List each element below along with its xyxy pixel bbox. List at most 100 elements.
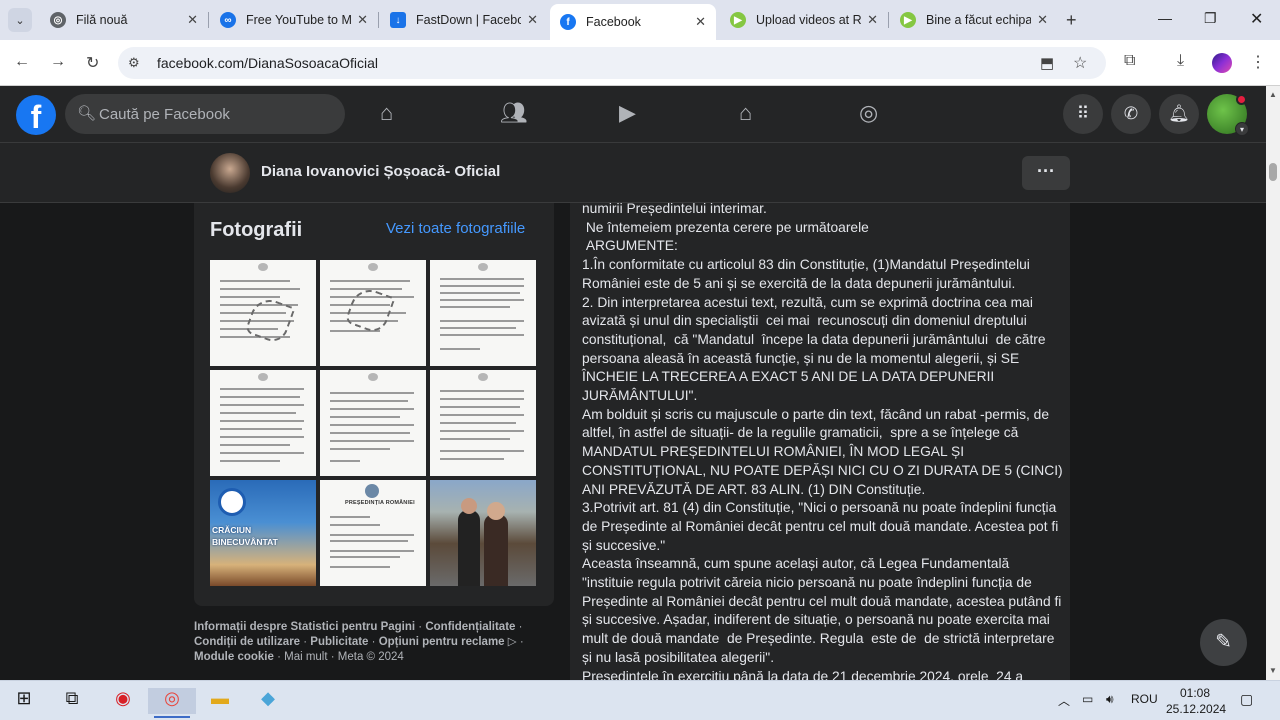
- tab-rumble-video[interactable]: ▶ Bine a făcut echipa ✕: [890, 4, 1058, 36]
- footer-link[interactable]: Module cookie: [194, 651, 274, 663]
- notifications-button[interactable]: 🔔︎: [1159, 94, 1199, 134]
- page-content: Fotografii Vezi toate fotografiile CRĂCI…: [0, 203, 1266, 680]
- tray-chevron-icon[interactable]: ︿: [1058, 692, 1070, 709]
- tab-fastdown[interactable]: ↓ FastDown | Facebook ✕: [380, 4, 548, 36]
- messenger-button[interactable]: ✆: [1111, 94, 1151, 134]
- tab-rumble-upload[interactable]: ▶ Upload videos at Rumble ✕: [720, 4, 888, 36]
- photo-thumbnail[interactable]: [320, 370, 426, 476]
- photo-thumbnail[interactable]: [320, 260, 426, 366]
- christmas-photo[interactable]: CRĂCIUN BINECUVÂNTAT: [210, 480, 316, 586]
- back-icon[interactable]: ←: [14, 53, 30, 71]
- close-icon[interactable]: ✕: [695, 14, 706, 30]
- install-app-icon[interactable]: ⬒: [1040, 54, 1054, 72]
- chevron-down-icon: ▾: [1235, 122, 1249, 136]
- new-message-button[interactable]: ✎: [1200, 619, 1247, 666]
- footer-link[interactable]: Mai mult: [284, 651, 327, 663]
- taskbar-recorder[interactable]: ◉: [104, 688, 142, 714]
- more-menu-icon[interactable]: ⋮: [1250, 52, 1266, 72]
- taskbar-file-explorer[interactable]: ▬: [200, 688, 240, 714]
- close-icon[interactable]: ✕: [527, 12, 538, 28]
- tab-search-button[interactable]: ⌄: [8, 8, 32, 32]
- footer-link[interactable]: Informații despre Statistici pentru Pagi…: [194, 621, 415, 633]
- window-close-button[interactable]: ✕: [1250, 9, 1263, 29]
- address-bar[interactable]: ⚙ facebook.com/DianaSosoacaOficial ⬒ ☆: [118, 47, 1106, 79]
- url-text[interactable]: facebook.com/DianaSosoacaOficial: [157, 55, 378, 71]
- footer-link[interactable]: Confidențialitate: [425, 621, 515, 633]
- photo-thumbnail[interactable]: [430, 370, 536, 476]
- post-card: numirii Președintelui interimar. Ne înte…: [570, 203, 1070, 680]
- video-icon[interactable]: ▶: [619, 100, 636, 126]
- tab-new[interactable]: ◎ Filă nouă ✕: [40, 4, 208, 36]
- marketplace-icon[interactable]: ⌂: [739, 100, 752, 126]
- notification-dot: [1236, 94, 1247, 105]
- tab-title: Bine a făcut echipa: [926, 13, 1032, 27]
- scroll-up-icon[interactable]: ▲: [1269, 90, 1277, 99]
- page-name[interactable]: Diana Iovanovici Șoșoacă- Oficial: [261, 163, 500, 180]
- footer-link[interactable]: Condiții de utilizare: [194, 636, 300, 648]
- close-icon[interactable]: ✕: [187, 12, 198, 28]
- close-icon[interactable]: ✕: [357, 12, 368, 28]
- menu-grid-button[interactable]: ⠿: [1063, 94, 1103, 134]
- infinity-icon: ∞: [220, 12, 236, 28]
- browser-tab-strip: ⌄ ◎ Filă nouă ✕ ∞ Free YouTube to MP3 ✕ …: [0, 0, 1280, 40]
- caption-line: BINECUVÂNTAT: [212, 537, 278, 547]
- photo-thumbnail[interactable]: [430, 480, 536, 586]
- taskbar-chrome[interactable]: ◎: [148, 688, 196, 718]
- forward-icon[interactable]: →: [50, 53, 66, 71]
- search-input[interactable]: [99, 94, 339, 134]
- facebook-header: f 🔍︎ ⌂ 👥︎ ▶ ⌂ ◎ ⠿ ✆ 🔔︎ ▾: [0, 86, 1266, 143]
- photo-thumbnail[interactable]: PREȘEDINȚIA ROMÂNIEI: [320, 480, 426, 586]
- photo-thumbnail[interactable]: [430, 260, 536, 366]
- see-all-photos-link[interactable]: Vezi toate fotografiile: [386, 220, 525, 237]
- language-indicator[interactable]: ROU: [1131, 692, 1158, 706]
- post-text: numirii Președintelui interimar. Ne înte…: [582, 203, 1063, 680]
- close-icon[interactable]: ✕: [1037, 12, 1048, 28]
- tab-facebook[interactable]: f Facebook ✕: [550, 4, 716, 40]
- facebook-logo-icon[interactable]: f: [16, 95, 56, 135]
- chevron-down-icon: ⌄: [15, 14, 25, 27]
- task-view-icon: ⧉: [65, 688, 79, 708]
- minimize-button[interactable]: —: [1158, 10, 1172, 26]
- task-view-button[interactable]: ⧉: [58, 688, 86, 714]
- page-avatar[interactable]: [210, 153, 250, 193]
- bookmark-star-icon[interactable]: ☆: [1073, 53, 1087, 73]
- scroll-down-icon[interactable]: ▼: [1269, 666, 1277, 675]
- home-icon[interactable]: ⌂: [380, 100, 393, 126]
- network-icon[interactable]: ▭: [1082, 692, 1093, 706]
- browser-toolbar: ← → ↻ ⚙ facebook.com/DianaSosoacaOficial…: [0, 40, 1280, 86]
- minimize-icon: —: [1158, 10, 1172, 26]
- account-avatar[interactable]: ▾: [1207, 94, 1249, 136]
- taskbar-app[interactable]: ◆: [248, 688, 288, 714]
- friends-icon[interactable]: 👥︎: [500, 100, 528, 126]
- tab-divider: [378, 12, 379, 28]
- vertical-scrollbar[interactable]: ▲ ▼: [1266, 86, 1280, 680]
- site-info-icon[interactable]: ⚙: [128, 55, 140, 71]
- footer-link[interactable]: Publicitate: [310, 636, 368, 648]
- close-icon[interactable]: ✕: [867, 12, 878, 28]
- notifications-center-icon[interactable]: ▢: [1240, 691, 1253, 708]
- groups-icon[interactable]: ◎: [859, 100, 878, 126]
- footer-link[interactable]: Opțiuni pentru reclame: [379, 636, 505, 648]
- app-icon: ◆: [261, 688, 275, 708]
- tab-divider: [888, 12, 889, 28]
- facebook-search[interactable]: 🔍︎: [65, 94, 345, 134]
- tab-youtube-mp3[interactable]: ∞ Free YouTube to MP3 ✕: [210, 4, 378, 36]
- chrome-icon: ◎: [164, 688, 180, 708]
- volume-icon[interactable]: 🔊︎: [1106, 692, 1114, 707]
- downloads-icon[interactable]: ⤓: [1177, 52, 1184, 70]
- new-tab-button[interactable]: +: [1066, 10, 1077, 31]
- start-button[interactable]: ⊞: [10, 688, 38, 714]
- scroll-thumb[interactable]: [1269, 163, 1277, 181]
- reload-icon[interactable]: ↻: [86, 53, 99, 73]
- ad-choices-icon: ▷: [507, 636, 517, 648]
- restore-button[interactable]: ❐: [1204, 10, 1217, 27]
- download-icon: ↓: [390, 12, 406, 28]
- photo-thumbnail[interactable]: [210, 260, 316, 366]
- photos-grid: CRĂCIUN BINECUVÂNTAT PREȘEDINȚIA ROMÂNIEI: [210, 260, 537, 587]
- photo-thumbnail[interactable]: [210, 370, 316, 476]
- system-clock[interactable]: 01:08 25.12.2024: [1166, 685, 1226, 717]
- play-icon: ▶: [730, 12, 746, 28]
- profile-avatar[interactable]: [1212, 53, 1232, 73]
- extensions-icon[interactable]: ⧉: [1124, 52, 1135, 70]
- page-more-button[interactable]: ···: [1022, 156, 1070, 190]
